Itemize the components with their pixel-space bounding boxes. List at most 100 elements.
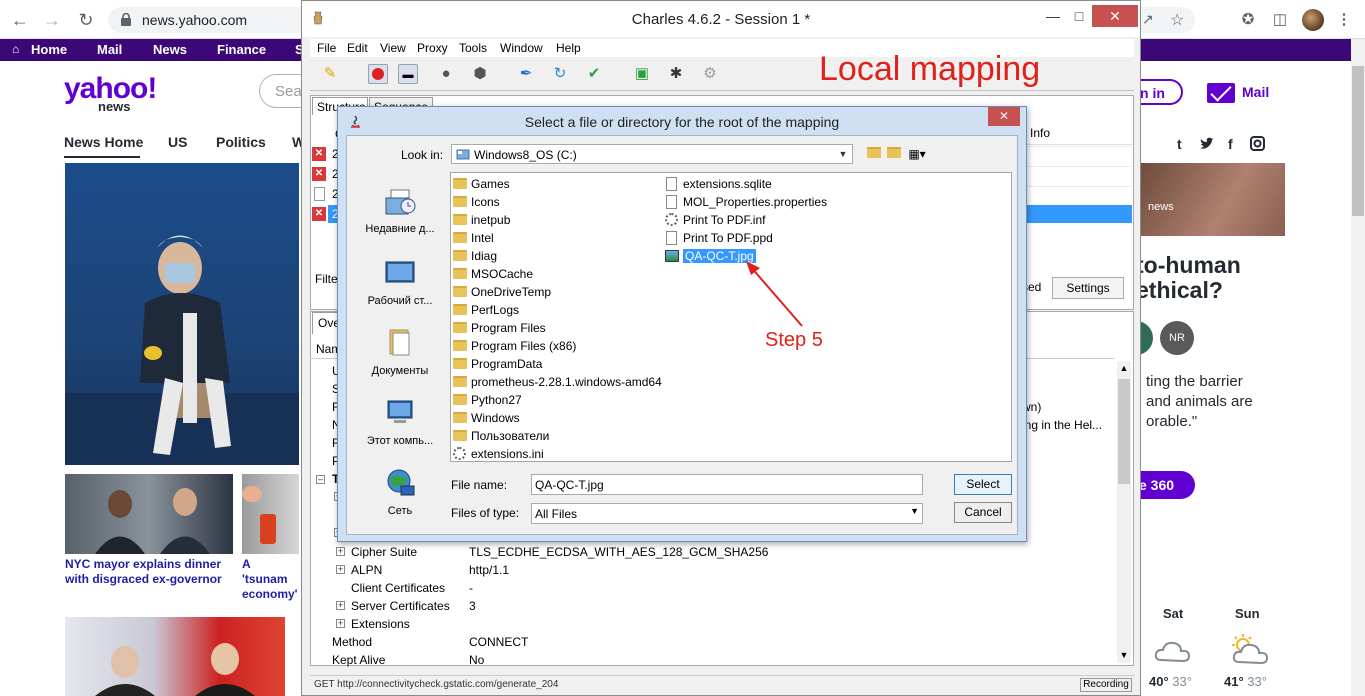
menu-icon[interactable]: ⋮ — [1334, 10, 1354, 30]
pen-icon[interactable]: ✒ — [516, 64, 536, 84]
file-item[interactable]: MSOCache — [451, 265, 662, 283]
forward-icon[interactable]: → — [40, 8, 64, 32]
turtle-icon[interactable]: ● — [436, 64, 456, 84]
file-item[interactable]: Games — [451, 175, 662, 193]
facebook-icon[interactable]: f — [1228, 136, 1233, 152]
file-item[interactable]: Print To PDF.ppd — [663, 229, 827, 247]
place-computer[interactable]: Этот компь... — [357, 398, 443, 447]
extensions-icon[interactable]: ✪ — [1238, 10, 1258, 30]
dialog-titlebar[interactable]: Select a file or directory for the root … — [338, 107, 1026, 135]
read-more-button[interactable]: e 360 — [1137, 471, 1195, 499]
file-item[interactable]: MOL_Properties.properties — [663, 193, 827, 211]
menu-window[interactable]: Window — [500, 41, 543, 55]
yahoo-news-logo[interactable]: yahoo! news — [64, 74, 160, 115]
refresh-icon[interactable]: ↻ — [550, 64, 570, 84]
hero-image[interactable] — [65, 163, 299, 465]
home-icon[interactable]: ⌂ — [12, 42, 19, 56]
select-button[interactable]: Select — [954, 474, 1012, 495]
property-row[interactable]: + Cipher Suite TLS_ECDHE_ECDSA_WITH_AES_12… — [310, 543, 1110, 561]
files-of-type-select[interactable]: All Files ▼ — [531, 503, 923, 524]
file-item[interactable]: Print To PDF.inf — [663, 211, 827, 229]
selected-row-highlight[interactable] — [1020, 205, 1132, 223]
sidepanel-icon[interactable]: ◫ — [1270, 10, 1290, 30]
close-icon[interactable]: ✕ — [1092, 5, 1138, 27]
charles-titlebar[interactable]: Charles 4.6.2 - Session 1 * — □ ✕ — [302, 1, 1140, 37]
tools-icon[interactable]: ✱ — [666, 64, 686, 84]
property-row[interactable]: Method CONNECT — [310, 633, 1110, 651]
menu-view[interactable]: View — [380, 41, 406, 55]
file-item[interactable]: ProgramData — [451, 355, 662, 373]
mail-icon[interactable] — [1207, 83, 1235, 103]
menu-tools[interactable]: Tools — [459, 41, 487, 55]
chevron-down-icon[interactable]: ▼ — [836, 146, 850, 162]
property-row[interactable]: + Extensions — [310, 615, 1110, 633]
property-row[interactable]: + ALPN http/1.1 — [310, 561, 1110, 579]
story-headline[interactable]: to-human ethical? — [1136, 253, 1241, 303]
broom-icon[interactable]: ✎ — [320, 64, 340, 84]
check-icon[interactable]: ✔ — [584, 64, 604, 84]
scroll-down-icon[interactable]: ▼ — [1118, 650, 1130, 662]
place-desktop[interactable]: Рабочий ст... — [357, 258, 443, 307]
stop-icon[interactable]: ⬢ — [470, 64, 490, 84]
avatar[interactable] — [1302, 9, 1324, 31]
sign-in-button[interactable]: n in — [1136, 79, 1183, 105]
thumbnail-tsunami[interactable] — [242, 474, 299, 554]
page-scrollbar-thumb[interactable] — [1352, 66, 1364, 216]
file-item[interactable]: PerfLogs — [451, 301, 662, 319]
info-column-header[interactable]: Info — [1020, 119, 1132, 145]
expand-icon[interactable]: + — [336, 547, 345, 556]
back-icon[interactable]: ← — [8, 8, 32, 32]
twitter-icon[interactable] — [1199, 137, 1215, 151]
expand-icon[interactable]: + — [336, 619, 345, 628]
basket-icon[interactable]: ▣ — [632, 64, 652, 84]
file-item[interactable]: OneDriveTemp — [451, 283, 662, 301]
reload-icon[interactable]: ↻ — [74, 8, 98, 32]
nav-finance[interactable]: Finance — [217, 42, 266, 57]
chevron-down-icon[interactable]: ▼ — [910, 506, 919, 516]
scroll-up-icon[interactable]: ▲ — [1118, 363, 1130, 375]
file-item[interactable]: extensions.ini — [451, 445, 662, 463]
address-bar[interactable]: news.yahoo.com — [108, 7, 308, 33]
file-item[interactable]: Program Files (x86) — [451, 337, 662, 355]
cancel-button[interactable]: Cancel — [954, 502, 1012, 523]
nav-home[interactable]: Home — [31, 42, 67, 57]
instagram-icon[interactable] — [1250, 136, 1265, 151]
settings-button[interactable]: Settings — [1052, 277, 1124, 299]
file-item[interactable]: extensions.sqlite — [663, 175, 827, 193]
star-icon[interactable]: ☆ — [1170, 10, 1184, 30]
story-image[interactable] — [1136, 163, 1285, 236]
address-bar-end[interactable]: ☆ ↗ — [1140, 7, 1195, 33]
menu-proxy[interactable]: Proxy — [417, 41, 448, 55]
record-icon[interactable] — [368, 64, 388, 84]
file-name-input[interactable]: QA-QC-T.jpg — [531, 474, 923, 495]
throttle-icon[interactable]: ▬ — [398, 64, 418, 84]
file-item[interactable]: prometheus-2.28.1.windows-amd64 — [451, 373, 662, 391]
mail-link[interactable]: Mail — [1242, 84, 1269, 100]
property-row[interactable]: + Server Certificates 3 — [310, 597, 1110, 615]
share-icon[interactable]: ↗ — [1142, 11, 1154, 28]
recording-indicator[interactable]: Recording — [1080, 678, 1132, 692]
property-row[interactable]: Client Certificates - — [310, 579, 1110, 597]
settings-icon[interactable]: ⚙ — [700, 64, 720, 84]
nav-mail[interactable]: Mail — [97, 42, 122, 57]
expand-icon[interactable]: + — [336, 601, 345, 610]
file-item[interactable]: Program Files — [451, 319, 662, 337]
thumbnail-leaders[interactable] — [65, 617, 285, 696]
thumbnail-nyc-mayor[interactable] — [65, 474, 233, 554]
collapse-icon[interactable]: – — [316, 475, 325, 484]
file-item[interactable]: inetpub — [451, 211, 662, 229]
file-item[interactable]: Icons — [451, 193, 662, 211]
subnav-news-home[interactable]: News Home — [64, 134, 143, 150]
expand-icon[interactable]: + — [336, 565, 345, 574]
new-folder-icon[interactable] — [885, 146, 903, 162]
maximize-icon[interactable]: □ — [1064, 5, 1094, 27]
look-in-select[interactable]: Windows8_OS (C:) ▼ — [451, 144, 853, 164]
menu-edit[interactable]: Edit — [347, 41, 368, 55]
view-menu-icon[interactable]: ▦▾ — [905, 146, 929, 162]
file-item[interactable]: Python27 — [451, 391, 662, 409]
property-row[interactable]: Kept Alive No — [310, 651, 1110, 669]
caption-tsunami[interactable]: A 'tsunam economy' — [242, 557, 299, 602]
detail-scrollbar-thumb[interactable] — [1118, 379, 1130, 484]
subnav-politics[interactable]: Politics — [216, 134, 266, 150]
file-item[interactable]: Intel — [451, 229, 662, 247]
